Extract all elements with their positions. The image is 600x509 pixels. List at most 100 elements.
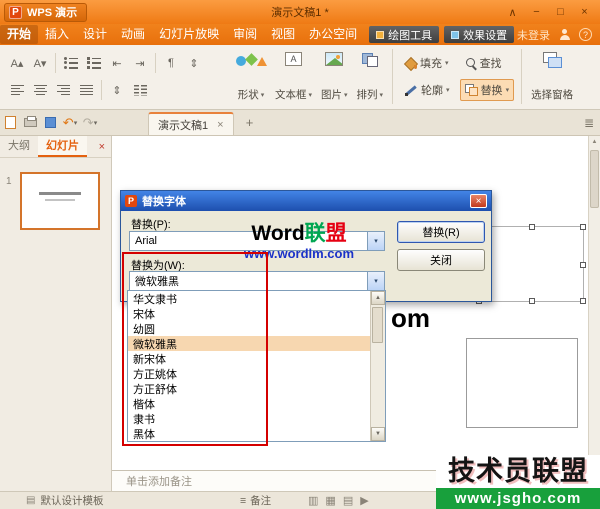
font-decrease-button[interactable]: A▾ xyxy=(30,53,50,73)
scrollbar-track[interactable] xyxy=(589,148,600,458)
font-option[interactable]: 方正舒体 xyxy=(128,381,370,396)
combobox-arrow-icon[interactable]: ▾ xyxy=(367,232,384,250)
selected-placeholder[interactable] xyxy=(478,226,584,302)
minimize-button[interactable]: − xyxy=(526,4,547,21)
dialog-titlebar[interactable]: P 替换字体 × xyxy=(121,191,491,211)
context-tab-drawing-tools[interactable]: 绘图工具 xyxy=(369,26,439,43)
font-increase-button[interactable]: A▴ xyxy=(7,53,27,73)
shapes-icon xyxy=(236,52,266,69)
selection-handle[interactable] xyxy=(529,298,535,304)
vertical-scrollbar[interactable]: ▲ ▼ xyxy=(588,136,600,470)
tab-review[interactable]: 审阅 xyxy=(226,25,264,44)
decrease-indent-button[interactable]: ⇤ xyxy=(107,53,127,73)
replace-icon xyxy=(465,84,478,96)
picture-button[interactable]: 图片▾ xyxy=(319,49,350,104)
tab-list-button[interactable]: ≣ xyxy=(584,116,594,130)
text-direction-button[interactable]: ⇕ xyxy=(184,53,204,73)
tab-insert[interactable]: 插入 xyxy=(38,25,76,44)
save-button[interactable] xyxy=(40,113,60,133)
selection-pane-button[interactable]: 选择窗格 xyxy=(529,49,575,104)
tab-home[interactable]: 开始 xyxy=(0,25,38,44)
find-button[interactable]: 查找 xyxy=(460,52,515,74)
paragraph-mark-button[interactable]: ¶ xyxy=(161,53,181,73)
dropdown-scrollbar[interactable]: ▲ ▼ xyxy=(370,291,385,441)
undo-button[interactable]: ↶▾ xyxy=(60,113,80,133)
dialog-close-icon[interactable]: × xyxy=(470,194,487,208)
template-name[interactable]: 默认设计模板 xyxy=(40,493,103,508)
bullet-list-button[interactable] xyxy=(61,53,81,73)
font-option[interactable]: 新宋体 xyxy=(128,351,370,366)
scroll-down-icon[interactable]: ▼ xyxy=(371,427,385,441)
app-menu-button[interactable]: P WPS 演示 xyxy=(4,3,87,22)
dialog-close-button[interactable]: 关闭 xyxy=(397,249,485,271)
tab-outline[interactable]: 大纲 xyxy=(0,136,38,157)
content-placeholder[interactable] xyxy=(466,338,578,428)
shapes-button[interactable]: 形状▾ xyxy=(234,49,268,104)
tab-view[interactable]: 视图 xyxy=(264,25,302,44)
font-option[interactable]: 隶书 xyxy=(128,411,370,426)
replace-confirm-button[interactable]: 替换(R) xyxy=(397,221,485,243)
font-option[interactable]: 幼圆 xyxy=(128,321,370,336)
scroll-up-icon[interactable]: ▲ xyxy=(592,136,598,148)
close-tab-icon[interactable]: × xyxy=(217,119,223,131)
slide-thumbnail[interactable] xyxy=(20,172,100,230)
context-tab-effect-settings[interactable]: 效果设置 xyxy=(444,26,514,43)
help-icon[interactable]: ? xyxy=(579,28,592,41)
collapse-ribbon-button[interactable]: ∧ xyxy=(502,4,523,21)
close-pane-icon[interactable]: × xyxy=(99,141,105,153)
scroll-up-icon[interactable]: ▲ xyxy=(371,291,385,305)
tab-slideshow[interactable]: 幻灯片放映 xyxy=(152,25,226,44)
scrollbar-track[interactable] xyxy=(371,305,385,427)
slideshow-play-icon[interactable]: ▶ xyxy=(360,494,368,507)
font-option[interactable]: 宋体 xyxy=(128,306,370,321)
normal-view-icon[interactable]: ▥ xyxy=(308,494,318,507)
replace-button[interactable]: 替换 ▾ xyxy=(460,79,515,101)
line-spacing-button[interactable]: ⇕ xyxy=(107,80,127,100)
notes-toggle-label: 备注 xyxy=(250,493,271,508)
close-button[interactable]: × xyxy=(574,4,595,21)
new-file-button[interactable] xyxy=(0,113,20,133)
replace-with-combobox[interactable]: 微软雅黑 ▾ xyxy=(129,271,385,291)
fill-button[interactable]: 填充 ▾ xyxy=(400,52,455,74)
user-icon[interactable] xyxy=(558,28,571,41)
picture-label: 图片 xyxy=(321,87,342,102)
print-button[interactable] xyxy=(20,113,40,133)
tab-slides[interactable]: 幻灯片 xyxy=(38,136,87,157)
align-left-button[interactable] xyxy=(7,80,27,100)
textbox-button[interactable]: A 文本框▾ xyxy=(273,49,314,104)
align-center-button[interactable] xyxy=(30,80,50,100)
selection-handle[interactable] xyxy=(580,298,586,304)
selection-handle[interactable] xyxy=(580,224,586,230)
selection-handle[interactable] xyxy=(529,224,535,230)
maximize-button[interactable]: □ xyxy=(550,4,571,21)
outline-button[interactable]: 轮廓 ▾ xyxy=(400,79,455,101)
justify-button[interactable] xyxy=(76,80,96,100)
font-option[interactable]: 方正姚体 xyxy=(128,366,370,381)
font-option[interactable]: 楷体 xyxy=(128,396,370,411)
columns-button[interactable] xyxy=(130,80,150,100)
login-status[interactable]: 未登录 xyxy=(517,27,550,43)
font-option-selected[interactable]: 微软雅黑 xyxy=(128,336,370,351)
tab-design[interactable]: 设计 xyxy=(76,25,114,44)
reading-view-icon[interactable]: ▤ xyxy=(343,494,353,507)
effect-settings-icon xyxy=(451,31,459,39)
align-right-button[interactable] xyxy=(53,80,73,100)
new-tab-button[interactable]: + xyxy=(241,114,259,132)
slide-sorter-view-icon[interactable]: ▦ xyxy=(325,494,335,507)
selection-pane-icon xyxy=(543,52,561,67)
font-option[interactable]: 华文隶书 xyxy=(128,291,370,306)
combobox-arrow-icon[interactable]: ▾ xyxy=(367,272,384,290)
document-tab[interactable]: 演示文稿1 × xyxy=(148,112,234,135)
font-option[interactable]: 黑体 xyxy=(128,426,370,441)
numbered-list-button[interactable] xyxy=(84,53,104,73)
scrollbar-thumb[interactable] xyxy=(590,150,599,208)
redo-button[interactable]: ↷▾ xyxy=(80,113,100,133)
tab-workspace[interactable]: 办公空间 xyxy=(302,25,364,44)
selection-handle[interactable] xyxy=(580,262,586,268)
arrange-button[interactable]: 排列▾ xyxy=(355,49,386,104)
notes-toggle[interactable]: ≡ 备注 xyxy=(240,493,271,508)
scrollbar-thumb[interactable] xyxy=(372,307,383,343)
tab-animation[interactable]: 动画 xyxy=(114,25,152,44)
increase-indent-button[interactable]: ⇥ xyxy=(130,53,150,73)
dialog-title: 替换字体 xyxy=(142,193,186,209)
